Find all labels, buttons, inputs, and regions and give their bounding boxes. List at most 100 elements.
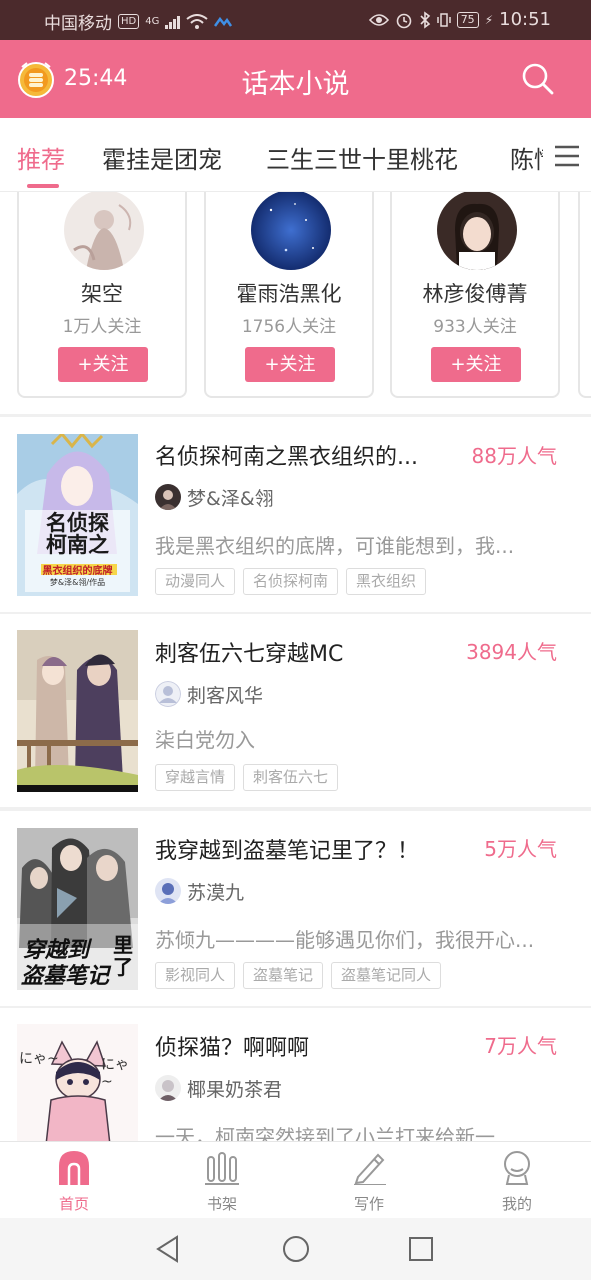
book-title[interactable]: 名侦探柯南之黑衣组织的... <box>155 439 418 471</box>
bookshelf-icon <box>205 1152 239 1185</box>
book-title[interactable]: 刺客伍六七穿越MC <box>155 636 343 668</box>
cover-title: 名侦探 <box>46 511 109 535</box>
book-author[interactable]: 刺客风华 <box>155 681 263 707</box>
author-mini-avatar <box>155 484 181 510</box>
recents-icon[interactable] <box>406 1234 436 1264</box>
eye-icon <box>368 13 389 26</box>
status-bar: 中国移动 HD 4G 75 ⚡ 10:51 <box>0 0 591 40</box>
book-cover[interactable]: にゃ~ にゃ~ <box>17 1024 138 1141</box>
system-nav-bar <box>0 1218 591 1280</box>
tag[interactable]: 黑衣组织 <box>346 568 427 595</box>
cover-text: にゃ~ <box>101 1057 129 1090</box>
book-author[interactable]: 梦&泽&翎 <box>155 484 274 510</box>
tag[interactable]: 影视同人 <box>155 962 236 989</box>
search-icon[interactable] <box>521 62 555 96</box>
book-popularity: 5万人气 <box>484 837 557 861</box>
book-title[interactable]: 我穿越到盗墓笔记里了？！ <box>155 833 419 865</box>
book-item[interactable]: 刺客伍六七穿越MC 3894人气 刺客风华 柒白党勿入 穿越言情 刺客伍六七 <box>0 614 591 807</box>
app-notify-icon <box>214 16 233 27</box>
wifi-icon <box>186 13 208 29</box>
clock-time: 10:51 <box>499 9 551 30</box>
nav-write[interactable]: 写作 <box>309 1142 429 1219</box>
book-tags: 穿越言情 刺客伍六七 <box>155 764 339 791</box>
author-followers: 933人关注 <box>433 317 517 337</box>
bluetooth-icon <box>420 10 430 29</box>
signal-icon <box>165 15 181 29</box>
book-description: 柒白党勿入 <box>155 728 255 752</box>
home-circle-icon[interactable] <box>281 1234 311 1264</box>
book-author[interactable]: 苏漠九 <box>155 878 244 904</box>
nav-home[interactable]: 首页 <box>14 1142 134 1219</box>
cover-text: にゃ~ <box>19 1051 59 1067</box>
tag[interactable]: 穿越言情 <box>155 764 236 791</box>
book-description: 苏倾九————能够遇见你们，我很开心... <box>155 928 535 952</box>
tab-recommend[interactable]: 推荐 <box>17 140 65 175</box>
app-header: 25:44 话本小说 <box>0 40 591 118</box>
book-tags: 动漫同人 名侦探柯南 黑衣组织 <box>155 568 427 595</box>
category-tabs: 推荐 霍挂是团宠 三生三世十里桃花 陈情 <box>0 118 591 192</box>
book-cover[interactable]: 名侦探 柯南之 黑衣组织的底牌 梦&泽&翎/作品 <box>17 434 138 596</box>
cover-subtitle: 黑衣组织的底牌 <box>42 566 113 577</box>
author-name: 林彦俊傅菁 <box>422 282 528 306</box>
menu-icon[interactable] <box>553 144 581 168</box>
book-popularity: 3894人气 <box>466 640 557 664</box>
tab-huo-gua[interactable]: 霍挂是团宠 <box>102 140 222 175</box>
tag[interactable]: 动漫同人 <box>155 568 236 595</box>
book-author[interactable]: 椰果奶茶君 <box>155 1075 282 1101</box>
app-screen: 中国移动 HD 4G 75 ⚡ 10:51 25:44 话本小说 推荐 霍挂是团… <box>0 0 591 1280</box>
active-tab-indicator <box>27 184 59 188</box>
author-card[interactable]: 架空 1万人关注 +关注 <box>17 192 187 398</box>
book-item[interactable]: 穿越到 盗墓笔记 里了 我穿越到盗墓笔记里了？！ 5万人气 苏漠九 苏倾九———… <box>0 811 591 1006</box>
author-card[interactable]: 霍雨浩黑化 1756人关注 +关注 <box>204 192 374 398</box>
home-icon <box>59 1151 89 1185</box>
charging-icon: ⚡ <box>484 12 494 27</box>
book-item[interactable]: にゃ~ にゃ~ 侦探猫？啊啊啊 7万人气 椰果奶茶君 一天，柯南突然接到了小兰打… <box>0 1008 591 1141</box>
back-icon[interactable] <box>153 1234 183 1264</box>
nav-label: 首页 <box>58 1195 89 1213</box>
follow-button[interactable]: +关注 <box>245 347 335 382</box>
author-card-partial[interactable] <box>578 192 591 398</box>
book-description: 一天，柯南突然接到了小兰打来给新一... <box>155 1125 515 1141</box>
book-cover[interactable]: 穿越到 盗墓笔记 里了 <box>17 828 138 990</box>
app-title: 话本小说 <box>241 69 350 100</box>
author-followers: 1万人关注 <box>62 317 142 337</box>
carrier-label: 中国移动 <box>44 14 112 34</box>
nav-bookshelf[interactable]: 书架 <box>162 1142 282 1219</box>
tag[interactable]: 盗墓笔记同人 <box>331 962 442 989</box>
author-followers: 1756人关注 <box>241 317 337 337</box>
book-cover[interactable] <box>17 630 138 792</box>
book-title[interactable]: 侦探猫？啊啊啊 <box>155 1030 309 1062</box>
bottom-nav: 首页 书架 写作 我的 <box>0 1141 591 1218</box>
nav-label: 写作 <box>353 1195 384 1213</box>
alarm-icon <box>396 13 411 28</box>
follow-button[interactable]: +关注 <box>58 347 148 382</box>
author-name: 刺客风华 <box>187 684 264 707</box>
network-label: 4G <box>145 16 160 27</box>
cover-author: 梦&泽&翎/作品 <box>49 578 106 587</box>
book-tags: 影视同人 盗墓笔记 盗墓笔记同人 <box>155 962 442 989</box>
author-mini-avatar <box>155 681 181 707</box>
book-popularity: 7万人气 <box>484 1034 557 1058</box>
author-carousel: 架空 1万人关注 +关注 霍雨浩黑化 1756人关注 +关注 林彦俊傅菁 933… <box>0 192 591 414</box>
book-popularity: 88万人气 <box>471 444 557 468</box>
nav-profile[interactable]: 我的 <box>457 1142 577 1219</box>
author-name: 苏漠九 <box>187 881 245 904</box>
battery-indicator: 75 <box>456 11 479 28</box>
hd-badge: HD <box>118 14 140 29</box>
follow-button[interactable]: +关注 <box>431 347 521 382</box>
author-avatar <box>64 192 144 270</box>
nav-label: 书架 <box>206 1195 237 1213</box>
author-name: 架空 <box>81 282 123 306</box>
profile-icon <box>504 1151 530 1185</box>
tab-san-sheng[interactable]: 三生三世十里桃花 <box>266 140 458 175</box>
nav-label: 我的 <box>501 1195 532 1213</box>
tag[interactable]: 名侦探柯南 <box>243 568 339 595</box>
tag[interactable]: 刺客伍六七 <box>243 764 339 791</box>
cover-title: 盗墓笔记 <box>21 964 110 989</box>
cover-title: 里了 <box>113 933 133 979</box>
book-description: 我是黑衣组织的底牌，可谁能想到，我... <box>155 534 515 558</box>
author-card[interactable]: 林彦俊傅菁 933人关注 +关注 <box>390 192 560 398</box>
tag[interactable]: 盗墓笔记 <box>243 962 324 989</box>
author-name: 梦&泽&翎 <box>187 487 274 510</box>
book-item[interactable]: 名侦探 柯南之 黑衣组织的底牌 梦&泽&翎/作品 名侦探柯南之黑衣组织的... … <box>0 417 591 612</box>
